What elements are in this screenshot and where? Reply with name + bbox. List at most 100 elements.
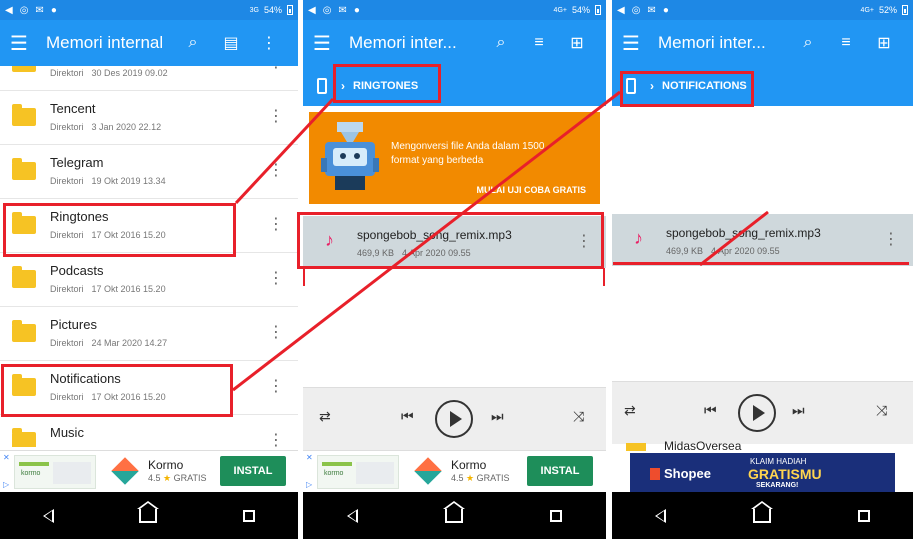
more-icon[interactable]: ⋮ [268,217,284,233]
folder-name[interactable]: MidasOversea [664,439,741,453]
sort-icon[interactable]: ≡ [520,34,558,52]
ad-close-icon[interactable]: ✕ [3,453,10,462]
breadcrumb[interactable]: › NOTIFICATIONS [612,66,913,106]
back-icon[interactable] [655,508,667,523]
more-icon[interactable]: ⋮ [268,379,284,395]
volume-icon: ◀ [308,4,316,16]
battery-icon [595,5,601,15]
install-button[interactable]: INSTAL [527,456,593,486]
more-icon[interactable]: ⋮ [883,232,899,248]
ad-brand: Kormo [148,458,184,472]
folder-row-telegram[interactable]: Telegram Direktori 19 Okt 2019 13.34 ⋮ [0,145,298,199]
more-icon[interactable]: ⋮ [268,109,284,125]
more-icon[interactable]: ⋮ [268,325,284,341]
recents-icon[interactable] [243,509,256,522]
back-icon[interactable] [346,508,358,523]
mail-icon: ✉ [35,4,44,16]
back-icon[interactable] [42,508,54,523]
app-title: Memori inter... [349,33,457,52]
shopee-ad-banner[interactable]: Shopee KLAIM HADIAH GRATISMU SEKARANG! [630,453,895,493]
music-note-icon: ♪ [634,228,643,248]
more-icon[interactable]: ⋮ [250,33,288,53]
ad-info-icon[interactable]: ▷ [306,480,312,489]
more-icon[interactable]: ⋮ [268,66,284,71]
folder-row-music[interactable]: Music ⋮ [0,415,298,447]
ad-close-icon[interactable]: ✕ [306,453,313,462]
more-icon[interactable]: ⋮ [268,271,284,287]
phone-right: ◀ ◎ ✉ ● 4G+ 52% ☰ Memori inter... ⌕ ≡ ⊞ … [612,0,913,539]
folder-meta: Direktori 24 Mar 2020 14.27 [50,338,168,348]
network-indicator: 3G [249,6,259,14]
recents-icon[interactable] [550,509,563,522]
song-row[interactable]: ♪ spongebob_song_remix.mp3 469,9 KB 4 Apr… [303,216,606,268]
shuffle-icon[interactable]: ⤨ [876,402,887,419]
ad-info-icon[interactable]: ▷ [3,480,9,489]
home-icon[interactable] [750,500,773,523]
add-folder-icon[interactable]: ⊞ [865,33,903,53]
play-button[interactable] [435,400,473,438]
more-icon[interactable]: ⋮ [576,234,592,250]
ad-rating: 4.5 ★ GRATIS [148,473,207,483]
menu-icon[interactable]: ☰ [622,31,658,56]
search-icon[interactable]: ⌕ [482,34,520,52]
folder-row-podcasts[interactable]: Podcasts Direktori 17 Okt 2016 15.20 ⋮ [0,253,298,307]
promo-cta[interactable]: MULAI UJI COBA GRATIS [477,185,587,195]
record-icon: ● [353,4,360,16]
folder-row-ringtones[interactable]: Ringtones Direktori 17 Okt 2016 15.20 ⋮ [0,199,298,253]
folder-icon [626,443,646,451]
folder-meta: Direktori 17 Okt 2016 15.20 [50,284,166,294]
shopee-line2: GRATISMU [748,466,822,482]
play-button[interactable] [738,394,776,432]
battery-percent: 54% [571,5,590,15]
shopee-bag-icon [650,468,660,480]
phone-storage-icon [626,78,636,94]
sort-icon[interactable]: ≡ [827,34,865,52]
folder-name: Notifications [50,371,121,386]
music-player: ⇄ ⏮ ⏭ ⤨ [303,387,606,450]
search-icon[interactable]: ⌕ [789,34,827,52]
add-folder-icon[interactable]: ⊞ [558,33,596,53]
more-icon[interactable]: ⋮ [268,163,284,179]
network-indicator: 4G+ [860,6,874,14]
folder-row-notifications[interactable]: Notifications Direktori 17 Okt 2016 15.20… [0,361,298,415]
folder-name: Music [50,425,84,440]
folder-meta: Direktori 30 Des 2019 09.02 [50,68,168,78]
folder-row-pictures[interactable]: Pictures Direktori 24 Mar 2020 14.27 ⋮ [0,307,298,361]
kormo-logo-icon [111,457,139,485]
previous-icon[interactable]: ⏮ [704,402,717,419]
next-icon[interactable]: ⏭ [792,402,805,419]
next-icon[interactable]: ⏭ [491,408,504,425]
menu-icon[interactable]: ☰ [313,31,349,56]
folder-meta: Direktori 17 Okt 2016 15.20 [50,230,166,240]
ad-banner[interactable]: ✕ ▷ kormo Kormo 4.5 ★ GRATIS INSTAL [0,450,298,492]
repeat-icon[interactable]: ⇄ [624,402,636,419]
clipboard-icon[interactable]: ▤ [212,33,250,53]
previous-icon[interactable]: ⏮ [401,408,414,425]
folder-meta: Direktori 17 Okt 2016 15.20 [50,392,166,402]
search-icon[interactable]: ⌕ [174,34,212,52]
install-button[interactable]: INSTAL [220,456,286,486]
breadcrumb[interactable]: › RINGTONES [303,66,606,106]
app-bar: ☰ Memori internal ⌕ ▤ ⋮ [0,20,298,66]
status-bar: ◀ ◎ ✉ ● 4G+ 54% [303,0,606,20]
folder-name: Pictures [50,317,97,332]
folder-name: Podcasts [50,263,104,278]
song-row[interactable]: ♪ spongebob_song_remix.mp3 469,9 KB 4 Apr… [612,214,913,266]
record-icon: ● [50,4,57,16]
volume-icon: ◀ [5,4,13,16]
home-icon[interactable] [442,500,465,523]
repeat-icon[interactable]: ⇄ [319,408,331,425]
nav-bar [303,492,606,539]
menu-icon[interactable]: ☰ [10,31,46,56]
ad-banner[interactable]: ✕ ▷ kormo Kormo 4.5 ★ GRATIS INSTAL [303,450,606,492]
folder-icon [12,374,36,396]
more-icon[interactable]: ⋮ [268,433,284,448]
battery-percent: 52% [878,5,897,15]
folder-row[interactable]: Direktori30 Des 2019 09.02 ⋮ [0,66,298,91]
home-icon[interactable] [137,500,160,523]
folder-row-tencent[interactable]: Tencent Direktori 3 Jan 2020 22.12 ⋮ [0,91,298,145]
promo-banner[interactable]: Mengonversi file Anda dalam 1500 format … [309,112,600,204]
nav-bar [0,492,298,539]
recents-icon[interactable] [857,509,870,522]
shuffle-icon[interactable]: ⤨ [573,408,584,425]
